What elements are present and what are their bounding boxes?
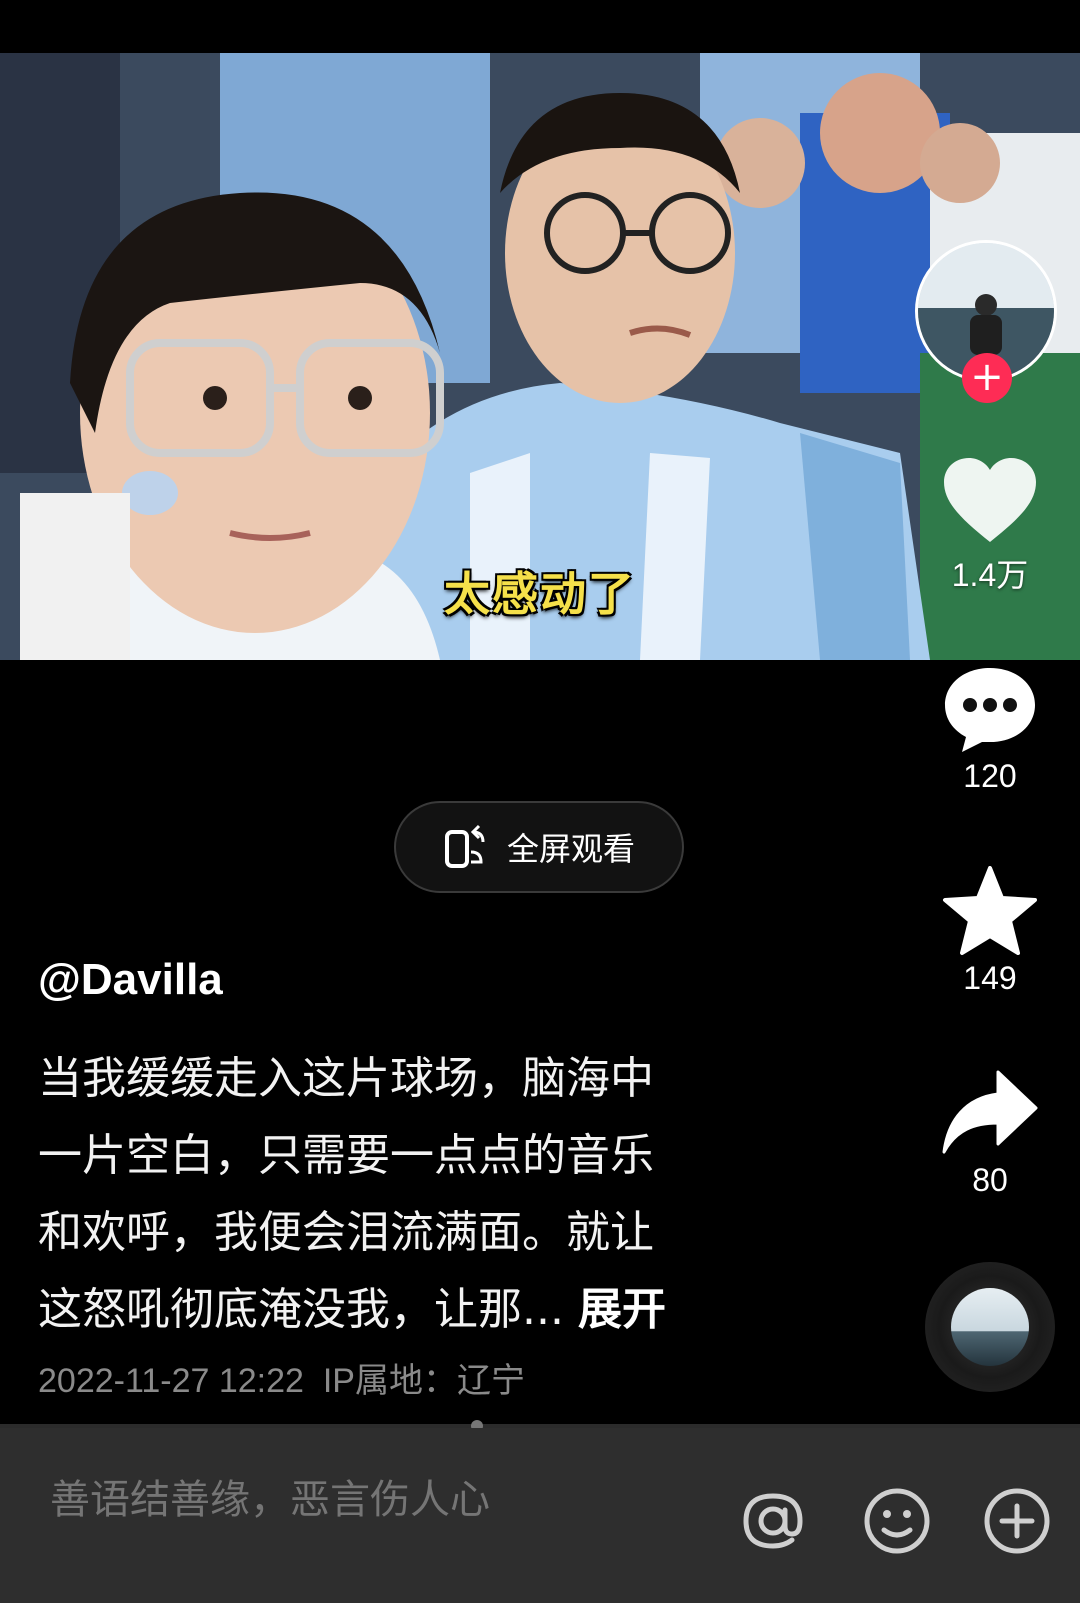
video-subtitle: 太感动了: [444, 567, 636, 621]
music-disc[interactable]: [925, 1262, 1055, 1392]
fullscreen-rotate-icon: [444, 824, 485, 868]
fullscreen-button[interactable]: 全屏观看: [394, 801, 684, 893]
author-handle[interactable]: @Davilla: [38, 955, 223, 1005]
post-meta: 2022-11-27 12:22 IP属地：辽宁: [38, 1353, 525, 1402]
heart-icon: [944, 458, 1036, 542]
follow-button[interactable]: +: [962, 353, 1012, 403]
post-description: 当我缓缓走入这片球场，脑海中 一片空白，只需要一点点的音乐 和欢呼，我便会泪流满…: [38, 1040, 778, 1348]
creator-avatar[interactable]: +: [915, 240, 1057, 403]
comment-button[interactable]: 120: [925, 664, 1055, 795]
share-arrow-icon: [942, 1070, 1038, 1154]
expand-link[interactable]: 展开: [578, 1284, 666, 1335]
description-line-text: 这怒吼彻底淹没我，让那...: [38, 1284, 564, 1335]
comment-bubble-icon: [945, 668, 1035, 752]
fullscreen-label: 全屏观看: [506, 830, 635, 868]
favorite-button[interactable]: 149: [925, 866, 1055, 997]
post-timestamp: 2022-11-27 12:22: [38, 1362, 304, 1400]
plus-circle-icon[interactable]: [982, 1486, 1052, 1556]
at-icon[interactable]: [738, 1486, 808, 1556]
like-button[interactable]: 1.4万: [925, 456, 1055, 596]
description-line: 这怒吼彻底淹没我，让那... 展开: [38, 1271, 778, 1348]
description-line: 和欢呼，我便会泪流满面。就让: [38, 1207, 654, 1258]
share-count: 80: [972, 1162, 1008, 1198]
comment-count: 120: [963, 758, 1017, 794]
ip-location: IP属地：辽宁: [322, 1362, 525, 1400]
comment-bar: [0, 1428, 1080, 1603]
favorite-count: 149: [963, 960, 1017, 996]
music-cover: [951, 1288, 1029, 1366]
share-button[interactable]: 80: [925, 1068, 1055, 1199]
comment-input[interactable]: [48, 1476, 692, 1524]
emoji-icon[interactable]: [862, 1486, 932, 1556]
description-line: 当我缓缓走入这片球场，脑海中: [38, 1053, 654, 1104]
star-icon: [943, 866, 1037, 955]
like-count: 1.4万: [951, 557, 1029, 593]
description-line: 一片空白，只需要一点点的音乐: [38, 1130, 654, 1181]
